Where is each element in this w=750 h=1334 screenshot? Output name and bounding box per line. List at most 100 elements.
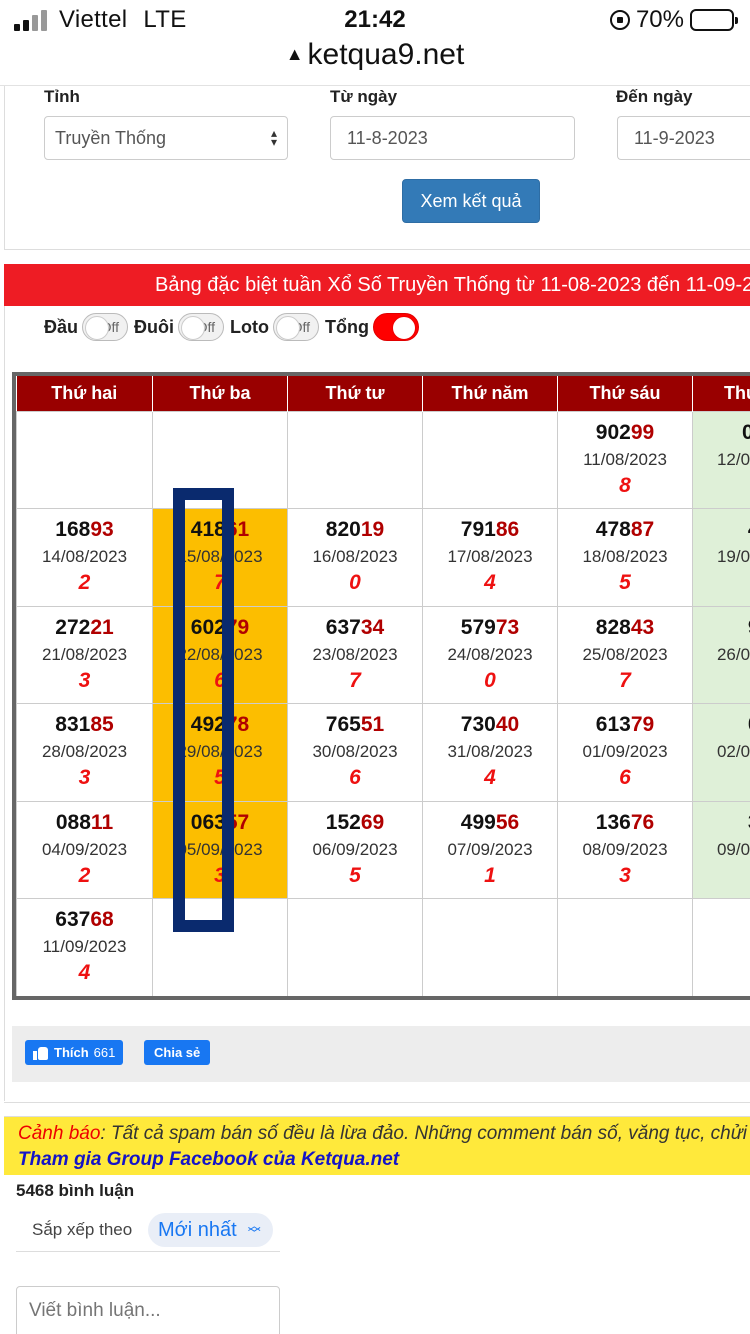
result-number: 47887 (558, 518, 692, 542)
warning-icon: ▲ (285, 44, 304, 64)
number-head: 765 (325, 713, 361, 736)
table-cell: 49956 07/09/2023 1 (422, 800, 558, 899)
number-tail: 11 (90, 810, 114, 834)
number-head: 168 (55, 518, 91, 541)
sort-label: Sắp xếp theo (32, 1220, 133, 1239)
facebook-like-button[interactable]: Thích 661 (25, 1040, 124, 1065)
status-right: 70% (609, 6, 738, 34)
result-date: 21/08/2023 (41, 644, 128, 664)
toggle-loto[interactable]: Off (273, 313, 319, 341)
digit-total: 0 (484, 668, 496, 692)
results-table: Thứ haiThứ baThứ tưThứ nămThứ sáuThứ bảy… (16, 376, 750, 996)
digit-total: 5 (349, 863, 361, 887)
number-head: 579 (460, 615, 496, 639)
facebook-share-button[interactable]: Chia sẻ (144, 1040, 211, 1065)
result-number: 79186 (423, 518, 557, 542)
table-cell: 16893 14/08/2023 2 (16, 508, 153, 607)
result-date: 28/08/2023 (41, 742, 128, 761)
result-number: 060 (693, 421, 750, 445)
number-tail: 76 (630, 810, 655, 834)
table-cell: 73040 31/08/2023 4 (422, 703, 558, 802)
table-cell: 82843 25/08/2023 7 (557, 605, 693, 704)
table-cell: 94 26/08/2023 (692, 605, 750, 704)
address-bar[interactable]: ▲ ketqua9.net (0, 38, 750, 86)
result-number: 16893 (17, 518, 152, 542)
number-head: 791 (460, 518, 496, 541)
number-tail: 19 (360, 518, 385, 541)
table-cell: 76551 30/08/2023 6 (287, 703, 423, 802)
result-date: 26/08/2023 (716, 644, 750, 664)
toggle-tong[interactable] (372, 313, 419, 341)
number-head: 136 (595, 810, 631, 834)
sort-select[interactable]: Mới nhất ︿ ﹀ (148, 1213, 273, 1247)
url-text: ketqua9.net (307, 38, 465, 71)
table-cell: 63734 23/08/2023 7 (287, 605, 423, 704)
thumbs-up-icon (33, 1046, 49, 1060)
number-tail: 93 (90, 518, 114, 541)
result-number: 82843 (558, 616, 692, 640)
digit-total: 3 (619, 863, 631, 887)
table-cell (287, 410, 423, 509)
from-date-input[interactable]: 11-8-2023 (330, 116, 575, 160)
result-number: 41 (693, 518, 750, 542)
like-label: Thích (54, 1045, 89, 1060)
result-date: 14/08/2023 (41, 547, 128, 566)
comment-count: 5468 bình luận (16, 1181, 135, 1200)
spam-warning: Cảnh báo: Tất cả spam bán số đều là lừa … (4, 1117, 750, 1175)
result-date: 08/09/2023 (582, 839, 668, 859)
result-number: 06 (693, 713, 750, 737)
number-head: 637 (325, 615, 361, 639)
table-row: 08811 04/09/2023 2 06357 05/09/2023 3 15269 06/… (16, 800, 750, 899)
number-tail: 40 (495, 713, 520, 736)
number-tail: 51 (360, 713, 385, 736)
table-cell: 57973 24/08/2023 0 (422, 605, 558, 704)
number-head: 637 (55, 908, 91, 931)
view-results-button[interactable]: Xem kết quả (402, 179, 540, 223)
result-date: 01/09/2023 (582, 742, 668, 761)
display-toggles: Đầu Off Đuôi Off Loto Off Tổng (44, 313, 425, 341)
result-number: 83185 (17, 713, 152, 737)
toggle-duoi[interactable]: Off (178, 313, 225, 341)
number-tail: 99 (630, 420, 655, 444)
table-cell: 63768 11/09/2023 4 (16, 898, 153, 996)
column-header: Thứ ba (152, 376, 288, 411)
digit-total: 0 (349, 571, 361, 594)
result-date: 16/08/2023 (312, 547, 398, 566)
table-cell: 41 19/08/2023 (692, 508, 750, 607)
like-count: 661 (93, 1045, 116, 1060)
to-date-value: 11-9-2023 (634, 128, 715, 148)
sort-value: Mới nhất (158, 1219, 237, 1241)
table-row: 16893 14/08/2023 2 41861 15/08/2023 7 82019 16/… (16, 508, 750, 607)
warning-text: Cảnh báo: Tất cả spam bán số đều là lừa … (18, 1121, 750, 1147)
province-select[interactable]: Truyền Thống ▴ ▾ (44, 116, 288, 160)
result-date: 18/08/2023 (582, 547, 668, 566)
table-cell: 08811 04/09/2023 2 (16, 800, 153, 899)
facebook-group-link[interactable]: Tham gia Group Facebook của Ketqua.net (18, 1147, 750, 1173)
result-date: 24/08/2023 (447, 644, 533, 664)
number-tail: 21 (90, 615, 114, 639)
digit-total: 6 (619, 766, 631, 789)
comment-input[interactable] (16, 1286, 280, 1334)
result-number: 27221 (17, 616, 152, 640)
digit-total: 2 (78, 571, 91, 594)
toggle-dau[interactable]: Off (82, 313, 129, 341)
to-date-label: Đến ngày (616, 87, 693, 106)
from-date-value: 11-8-2023 (347, 128, 428, 148)
result-number: 73040 (423, 713, 557, 737)
province-value: Truyền Thống (55, 128, 167, 148)
result-number: 90299 (558, 421, 692, 445)
special-table-banner: Bảng đặc biệt tuần Xổ Số Truyền Thống từ… (4, 264, 750, 306)
result-number: 63734 (288, 616, 422, 640)
digit-total: 4 (484, 571, 496, 594)
result-number: 63768 (17, 908, 152, 932)
result-date: 30/08/2023 (312, 742, 398, 761)
table-cell: 61379 01/09/2023 6 (557, 703, 693, 802)
results-table-container[interactable]: Thứ haiThứ baThứ tưThứ nămThứ sáuThứ bảy… (12, 372, 750, 1000)
to-date-input[interactable]: 11-9-2023 (617, 116, 750, 160)
result-date: 07/09/2023 (447, 839, 533, 859)
column-header: Thứ bảy (692, 376, 750, 411)
result-date: 12/08/2023 (716, 449, 750, 469)
result-date: 11/08/2023 (583, 449, 667, 469)
digit-total: 3 (78, 766, 91, 789)
number-head: 613 (595, 713, 631, 736)
